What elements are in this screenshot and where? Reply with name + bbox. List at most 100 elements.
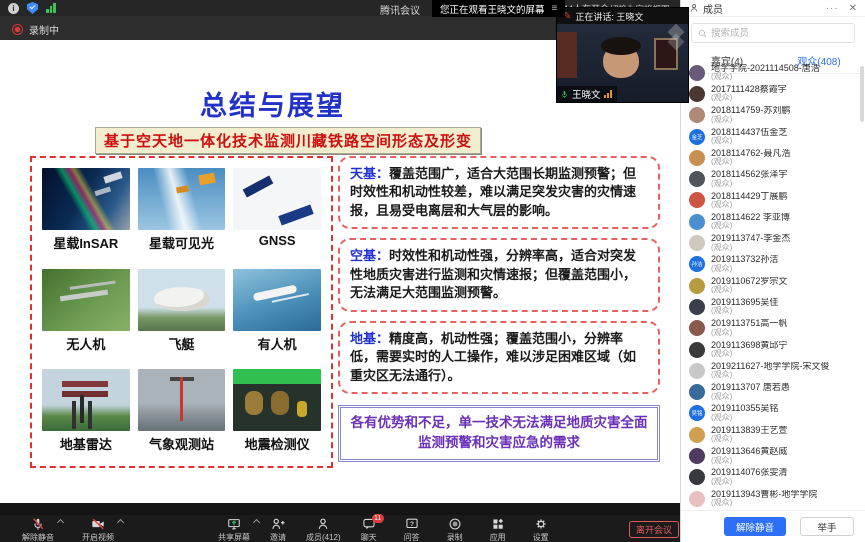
plane-image (233, 269, 321, 331)
avatar (689, 384, 705, 400)
avatar (689, 171, 705, 187)
info-box: 地基：精度高，机动性强；覆盖范围小，分辨率低，需要实时的人工操作，难以涉足困难区… (338, 321, 660, 394)
info-box: 天基：覆盖范围广，适合大范围长期监测预警；但时效性和机动性较差，难以满足突发灾害… (338, 156, 660, 229)
speaker-video[interactable]: ✎ 正在讲话: 王晓文 王晓文 (557, 8, 688, 102)
avatar (689, 235, 705, 251)
member-role: (观众) (711, 414, 778, 422)
avatar (689, 363, 705, 379)
shared-slide: 总结与展望 基于空天地一体化技术监测川藏铁路空间形态及形变 星载InSAR星载可… (0, 40, 680, 503)
member-row[interactable]: 吴铭2019110355吴铭(观众) (681, 403, 865, 424)
toolbar-camOff-button[interactable]: 开启视频 (82, 517, 114, 542)
security-shield-icon[interactable] (27, 2, 38, 14)
recording-label: 录制中 (29, 22, 59, 37)
toolbar-micOff-button[interactable]: 解除静音 (22, 517, 54, 542)
gallery-label: 气象观测站 (149, 434, 214, 453)
member-role: (观众) (711, 457, 787, 465)
member-row[interactable]: 2019113695吴佳(观众) (681, 296, 865, 317)
toolbar-chat-button[interactable]: 聊天11 (354, 517, 384, 542)
member-row[interactable]: 孙洁2019113732孙洁(观众) (681, 254, 865, 275)
member-role: (观众) (711, 329, 787, 337)
more-options-icon[interactable]: ··· (826, 3, 839, 14)
scrollbar[interactable] (860, 66, 864, 122)
toolbar-apps-button[interactable]: 应用 (483, 517, 513, 542)
member-role: (观众) (711, 244, 790, 252)
gallery-item: 地震检测仪 (233, 369, 321, 456)
members-panel: 成员 ··· ✕ 嘉宾(4) 观众(408) 地学学院-2021114508-唐… (680, 0, 865, 542)
toolbar-label: 录制 (447, 532, 463, 542)
member-row[interactable]: 2018114759-苏刘鹏(观众) (681, 105, 865, 126)
avatar: 吴铭 (689, 405, 705, 421)
member-row[interactable]: 2019113646黄赵威(观众) (681, 445, 865, 466)
avatar (689, 278, 705, 294)
member-role: (观众) (711, 478, 787, 486)
gallery-label: GNSS (259, 233, 296, 248)
member-role: (观众) (711, 307, 778, 315)
member-row[interactable]: 2017111428蔡霞宇(观众) (681, 83, 865, 104)
member-role: (观众) (711, 435, 787, 443)
member-role: (观众) (711, 265, 778, 273)
toolbar-label: 设置 (533, 532, 549, 542)
info-icon[interactable]: i (8, 3, 19, 14)
app-title: 腾讯会议 (380, 2, 420, 17)
info-box-label: 天基： (350, 166, 389, 181)
toolbar-label: 解除静音 (22, 532, 54, 542)
avatar: 孙洁 (689, 256, 705, 272)
speaker-face (603, 44, 639, 78)
raise-hand-button[interactable]: 举手 (800, 517, 854, 536)
gallery-label: 有人机 (258, 334, 297, 353)
recording-icon (12, 24, 23, 35)
toolbar-members-button[interactable]: 成员(412) (306, 517, 341, 542)
avatar (689, 150, 705, 166)
member-list: 地学学院-2021114508-唐浩(观众)2017111428蔡霞宇(观众)2… (681, 62, 865, 510)
optical-image (138, 168, 226, 230)
gallery-item: 星载InSAR (42, 168, 130, 255)
watching-banner: 您正在观看王晓文的屏幕 ≡ (432, 0, 565, 17)
gallery-item: 无人机 (42, 269, 130, 356)
toolbar-settings-button[interactable]: 设置 (526, 517, 556, 542)
member-row[interactable]: 2018114429丁展鹏(观众) (681, 190, 865, 211)
member-row[interactable]: 2019110672罗宗文(观众) (681, 275, 865, 296)
member-row[interactable]: 地学学院-2021114508-唐浩(观众) (681, 62, 865, 83)
member-row[interactable]: 2019113747-李金杰(观众) (681, 232, 865, 253)
avatar (689, 320, 705, 336)
insar-image (42, 168, 130, 230)
member-role: (观众) (711, 371, 829, 379)
network-signal-icon[interactable] (46, 3, 56, 13)
member-search[interactable] (691, 23, 855, 43)
gallery-label: 飞艇 (168, 334, 194, 353)
bottom-toolbar: 解除静音 开启视频 共享屏幕 邀请成员(412) 聊天11 ?问答录制 应用设置 (0, 515, 680, 542)
member-row[interactable]: 金芝2018114437伍金芝(观众) (681, 126, 865, 147)
toolbar-invite-button[interactable]: 邀请 (263, 517, 293, 542)
slide-bottom-band (0, 503, 680, 515)
member-row[interactable]: 2019211627-地学学院-宋文俊(观众) (681, 360, 865, 381)
unmute-button[interactable]: 解除静音 (724, 517, 786, 536)
radar-image (42, 369, 130, 431)
close-panel-icon[interactable]: ✕ (849, 3, 857, 14)
toolbar-qa-button[interactable]: ?问答 (397, 517, 427, 542)
menu-icon[interactable]: ≡ (552, 3, 558, 14)
watching-text: 您正在观看王晓文的屏幕 (440, 2, 545, 16)
avatar: 金芝 (689, 129, 705, 145)
avatar (689, 299, 705, 315)
member-row[interactable]: 2019113839王艺萱(观众) (681, 424, 865, 445)
toolbar-label: 共享屏幕 (218, 532, 250, 542)
member-row[interactable]: 2019113751高一帆(观众) (681, 318, 865, 339)
member-row[interactable]: 2019113698黄邱宁(观众) (681, 339, 865, 360)
chevron-up-icon[interactable] (253, 519, 260, 526)
member-row[interactable]: 2019113943曹彬-地学学院(观众) (681, 488, 865, 509)
gallery-item: GNSS (233, 168, 321, 255)
member-row[interactable]: 2019114076张雯清(观众) (681, 467, 865, 488)
member-row[interactable]: 2018114762-聂凡浩(观众) (681, 147, 865, 168)
search-input[interactable] (711, 28, 848, 39)
toolbar-share-button[interactable]: 共享屏幕 (218, 517, 250, 542)
chevron-up-icon[interactable] (117, 519, 124, 526)
chevron-up-icon[interactable] (57, 519, 64, 526)
member-row[interactable]: 2019113707 唐若愚(观众) (681, 381, 865, 402)
toolbar-record-button[interactable]: 录制 (440, 517, 470, 542)
gallery-label: 星载可见光 (149, 233, 214, 252)
leave-meeting-button[interactable]: 离开会议 (629, 521, 679, 538)
member-role: (观众) (711, 116, 790, 124)
member-row[interactable]: 2018114562张泽宇(观众) (681, 168, 865, 189)
member-row[interactable]: 2018114622 李亚博(观众) (681, 211, 865, 232)
info-box-label: 空基： (350, 248, 389, 263)
